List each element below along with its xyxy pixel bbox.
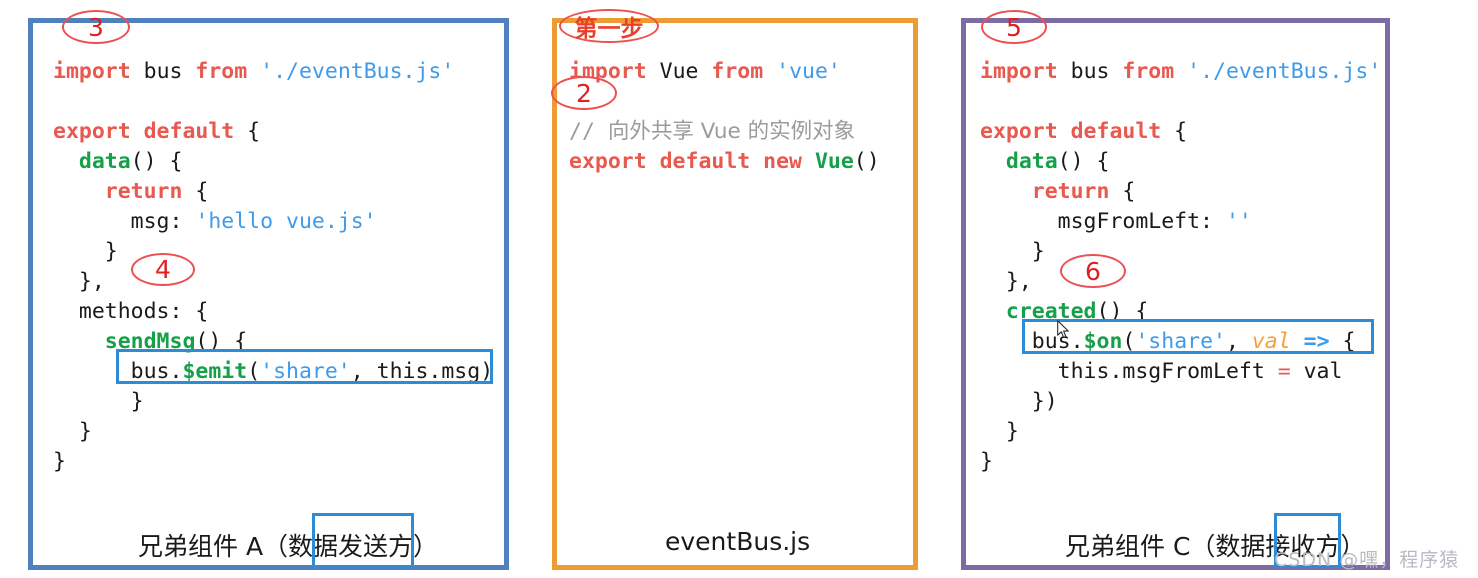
code-line: import bus from './eventBus.js' xyxy=(980,59,1382,84)
code-block-event-bus: import Vue from 'vue' // 向外共享 Vue 的实例对象 e… xyxy=(569,57,880,177)
code-line: } xyxy=(53,239,118,264)
code-line: sendMsg() { xyxy=(104,329,248,354)
code-line: export default { xyxy=(980,119,1188,144)
code-line: created() { xyxy=(1005,299,1149,324)
panel-component-a: import bus from './eventBus.js' export d… xyxy=(28,18,509,570)
code-line: methods: { xyxy=(53,299,209,324)
code-line: this.msgFromLeft = val xyxy=(980,359,1343,384)
code-line: data() { xyxy=(1005,149,1110,174)
annotation-step-4: 4 xyxy=(131,253,195,286)
code-line: // 向外共享 Vue 的实例对象 xyxy=(569,119,856,144)
annotation-step-3: 3 xyxy=(62,10,130,44)
code-line: import bus from './eventBus.js' xyxy=(53,59,455,84)
code-line: import Vue from 'vue' xyxy=(569,59,841,84)
code-line: }, xyxy=(980,269,1032,294)
code-line: } xyxy=(980,239,1045,264)
code-line: } xyxy=(53,449,66,474)
code-line: return { xyxy=(104,179,209,204)
code-line: export default { xyxy=(53,119,261,144)
code-line: return { xyxy=(1031,179,1136,204)
code-line: }) xyxy=(980,389,1058,414)
annotation-step-2: 2 xyxy=(551,76,617,110)
code-line-highlighted: bus.$on('share', val => { xyxy=(980,329,1356,354)
code-line: export default new Vue() xyxy=(569,149,880,174)
code-line: }, xyxy=(53,269,105,294)
annotation-step-5: 5 xyxy=(981,10,1047,44)
code-block-component-c: import bus from './eventBus.js' export d… xyxy=(980,57,1381,477)
code-line: } xyxy=(980,449,993,474)
panel-component-c: import bus from './eventBus.js' export d… xyxy=(961,18,1390,570)
code-line: } xyxy=(980,419,1019,444)
code-line: msgFromLeft: '' xyxy=(980,209,1252,234)
code-block-component-a: import bus from './eventBus.js' export d… xyxy=(53,57,493,477)
diagram-canvas: import bus from './eventBus.js' export d… xyxy=(0,0,1478,578)
code-line: } xyxy=(53,419,92,444)
annotation-step-6: 6 xyxy=(1060,254,1126,288)
csdn-watermark: CSDN @嘿，程序猿 xyxy=(1274,549,1460,571)
code-line: msg: 'hello vue.js' xyxy=(53,209,377,234)
caption-component-a: 兄弟组件 A（数据发送方） xyxy=(138,532,439,561)
code-line: data() { xyxy=(78,149,183,174)
code-line: } xyxy=(53,389,144,414)
annotation-step-1: 第一步 xyxy=(559,9,659,43)
code-line-highlighted: bus.$emit('share', this.msg) xyxy=(53,359,494,384)
caption-event-bus: eventBus.js xyxy=(665,527,811,556)
